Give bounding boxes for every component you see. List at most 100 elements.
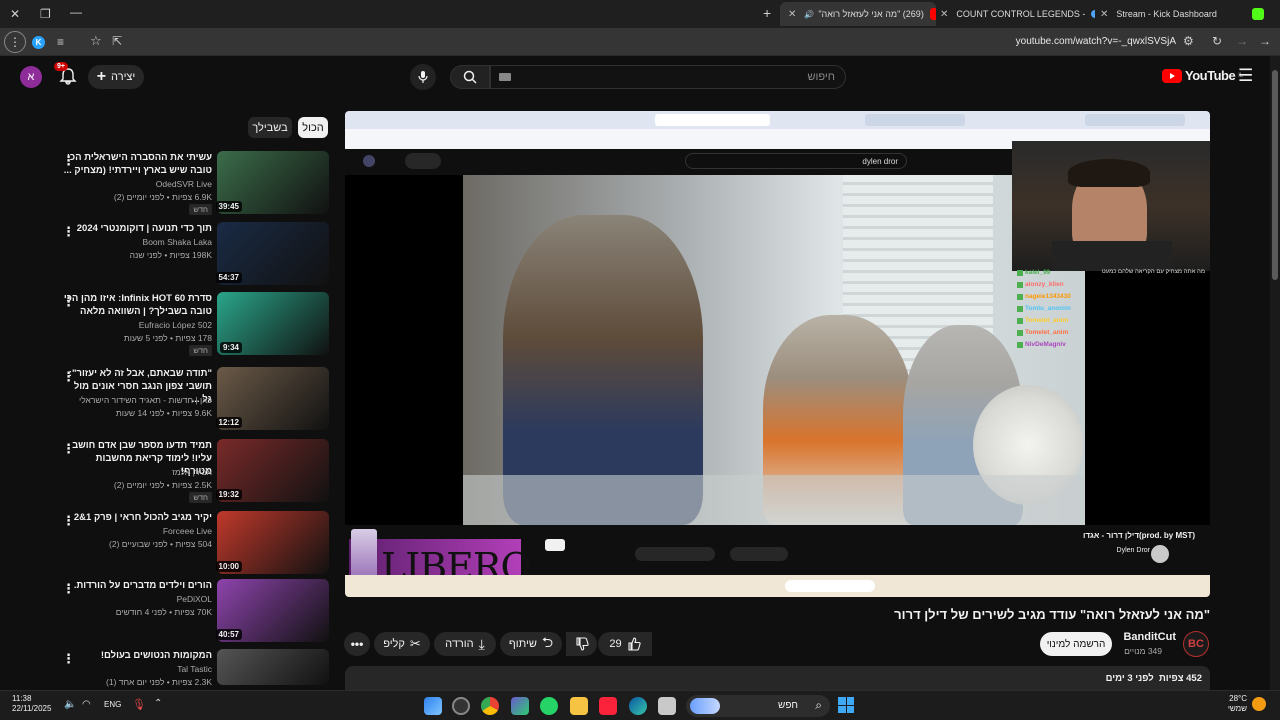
mic-active-icon[interactable]: 🎙 [132,698,146,711]
tray-chevron-icon[interactable]: ⌃ [154,698,162,709]
video-meta: 9.6K צפיות • לפני 14 שעות [115,408,212,418]
video-title[interactable]: עשיתי את ההסברה הישראלית הכי טובה שיש בא… [62,151,212,177]
channel-name[interactable]: OdedSVR Live [62,178,212,190]
weather-widget[interactable]: 28°C שמשי [1215,694,1247,714]
share-button[interactable]: שיתוף ⮌ [500,632,562,656]
tab-kick-dashboard[interactable]: ✕ Stream - Kick Dashboard [1100,2,1270,26]
channel-avatar[interactable]: BC [1183,631,1209,657]
related-video-item[interactable]: ⋮ תמיד תדעו מספר שבן אדם חושב עליו! לימוד… [54,439,330,503]
sun-icon [1252,697,1266,711]
clip-button[interactable]: קליפ ✂ [374,632,430,656]
description-box[interactable]: 452 צפיות לפני 3 ימים [345,666,1210,690]
close-tab-icon[interactable]: ✕ [940,9,948,20]
notifications-button[interactable]: 9+ [54,62,80,88]
chat-username: Tomlu_anonim [1025,305,1071,312]
channel-name[interactable]: כאן | חדשות - תאגיד השידור הישראלי [62,394,212,406]
video-player[interactable]: dylen dror kalel_99 alonzy_klien nageie134… [345,111,1210,597]
inner-video-title: דילן דרור - אגדו(prod. by MST) [1082,531,1195,540]
create-button[interactable]: + יצירה [88,65,144,89]
search-button[interactable] [450,65,490,89]
chat-username: Tomelet_anim [1025,317,1069,324]
youtube-logo[interactable]: YouTube IL [1162,68,1243,83]
dislike-button[interactable] [566,632,597,656]
hamburger-menu-icon[interactable]: ☰ [1238,66,1253,86]
tab-youtube-active[interactable]: ✕ 🔊 (269) "מה אני לעזאזל רואה" [780,2,936,26]
channel-name[interactable]: PeDiXOL [62,593,212,605]
taskbar-app-folder-icon[interactable] [570,697,588,715]
chat-username: NivDeMagniv [1025,341,1066,348]
channel-name[interactable]: Tal Tastic [62,663,212,675]
youtube-favicon-icon [929,8,936,20]
browser-tabbar: ✕ ❐ — + ✕ Stream - Kick Dashboard ✕ COUN… [0,0,1280,28]
related-video-item[interactable]: ⋮ יקיר מגיב להכול חראי | פרק 1&2 Forceee L… [54,511,330,575]
new-tab-icon[interactable]: + [763,6,771,20]
tab-count-control[interactable]: ✕ COUNT CONTROL LEGENDS - [940,2,1095,26]
new-badge: חדש [189,204,212,215]
taskbar-app-obs-icon[interactable] [452,697,470,715]
chip-all[interactable]: הכול [298,117,328,138]
search-input[interactable]: חיפוש [490,65,846,89]
forward-icon[interactable]: → [1236,34,1248,48]
video-thumbnail[interactable] [217,649,329,685]
reload-icon[interactable]: ↻ [1212,34,1222,48]
stream-chat-overlay: kalel_99 alonzy_klien nageie1343430 Tomlu_a… [1017,269,1207,359]
language-indicator[interactable]: ENG [104,700,121,709]
inner-channel-name: Dylen Dror [1116,547,1150,554]
related-video-item[interactable]: ⋮ עשיתי את ההסברה הישראלית הכי טובה שיש ב… [54,151,330,215]
video-title[interactable]: תוך כדי תנועה | דוקומנטרי 2024 [62,222,212,235]
windows-taskbar: 11:38 22/11/2025 🔈 ◠ ENG 🎙 ⌃ חפש ⌕ 28°C שמ… [0,690,1280,720]
video-title[interactable]: סדרת Infinix HOT 60: איזו מהן הכי טובה ב… [62,292,212,318]
taskbar-app-music-icon[interactable] [599,697,617,715]
chat-badge-icon [1017,269,1023,276]
subscribe-button[interactable]: הרשמה למינוי [1040,632,1112,656]
taskbar-search[interactable]: חפש ⌕ [686,695,830,717]
close-tab-icon[interactable]: ✕ [1100,9,1108,20]
share-page-icon[interactable]: ⇱ [112,34,122,48]
download-button[interactable]: הורדה ⤓ [434,632,496,656]
video-title[interactable]: המקומות הנטושים בעולם! [62,649,212,662]
windows-logo-icon [846,697,854,705]
scrollbar-thumb[interactable] [1272,70,1278,280]
taskbar-app-chrome-icon[interactable] [481,697,499,715]
restore-window-icon[interactable]: ❐ [40,7,51,21]
voice-search-button[interactable] [410,64,436,90]
site-settings-icon[interactable]: ⚙ [1183,34,1194,48]
related-video-item[interactable]: ⋮ "תודה שבאתם, אבל זה לא יעזור": תושבי צפ… [54,367,330,431]
channel-name[interactable]: אבירן אלמז [62,466,212,478]
browser-menu-icon[interactable]: ⋮ [4,31,26,53]
start-button[interactable] [838,697,854,713]
taskbar-app-edge-icon[interactable] [629,697,647,715]
extension-icon[interactable]: K [32,36,45,49]
audio-playing-icon[interactable]: 🔊 [804,10,814,19]
related-video-item[interactable]: ⋮ הורים וילדים מדברים על הורדות. PeDiXOL 70… [54,579,330,643]
video-title[interactable]: יקיר מגיב להכול חראי | פרק 1&2 [62,511,212,524]
reading-list-icon[interactable]: ≡ [57,35,64,49]
chat-message: Tomelet_anim [1017,317,1068,324]
bookmark-star-icon[interactable]: ☆ [90,34,102,48]
more-actions-button[interactable]: ••• [344,632,370,656]
close-window-icon[interactable]: ✕ [10,7,20,21]
video-title[interactable]: הורים וילדים מדברים על הורדות. [62,579,212,592]
back-icon[interactable]: → [1259,34,1271,48]
related-video-item[interactable]: ⋮ סדרת Infinix HOT 60: איזו מהן הכי טובה … [54,292,330,356]
account-avatar[interactable]: א [20,66,42,88]
related-video-item[interactable]: ⋮ תוך כדי תנועה | דוקומנטרי 2024 Boom Shak… [54,222,330,286]
channel-name[interactable]: Boom Shaka Laka [62,236,212,248]
wifi-icon[interactable]: ◠ [82,699,91,710]
chat-username: kalel_99 [1025,269,1051,276]
chip-for-you[interactable]: בשבילך [248,117,292,138]
clock[interactable]: 11:38 22/11/2025 [12,694,51,714]
taskbar-app-copilot-icon[interactable] [511,697,529,715]
url-field[interactable]: youtube.com/watch?v=-_qwxlSVSjA [960,36,1176,47]
channel-name[interactable]: Forceee Live [62,525,212,537]
page-scrollbar[interactable] [1270,56,1280,690]
keyboard-icon[interactable] [499,73,511,81]
taskbar-app-whatsapp-icon[interactable] [540,697,558,715]
minimize-window-icon[interactable]: — [70,5,82,19]
taskbar-app-photos-icon[interactable] [424,697,442,715]
channel-name[interactable]: Eufracio López 502 [62,319,212,331]
taskbar-app-notepad-icon[interactable] [658,697,676,715]
volume-icon[interactable]: 🔈 [64,699,76,710]
like-button[interactable]: 29 [598,632,652,656]
close-tab-icon[interactable]: ✕ [788,9,796,20]
